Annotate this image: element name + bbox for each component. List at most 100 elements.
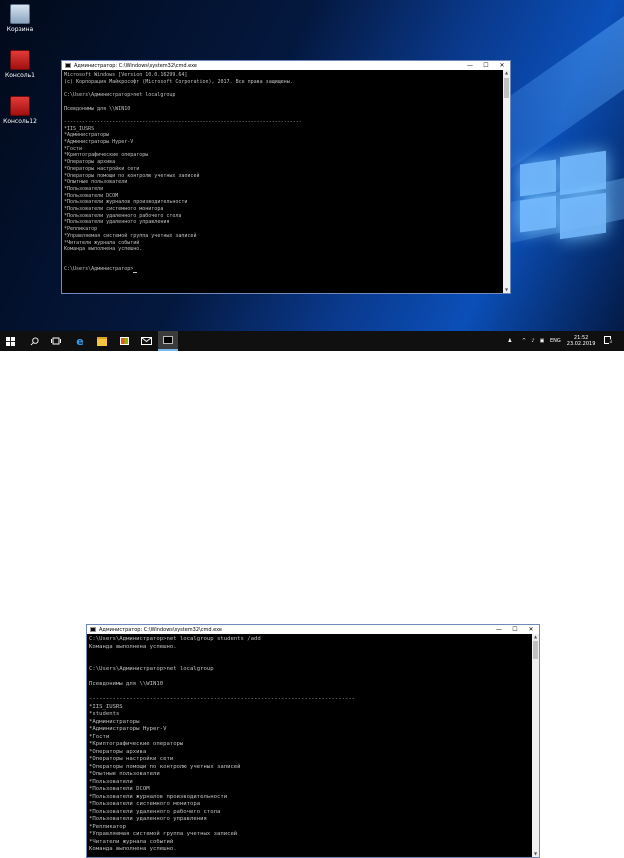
text-cursor — [133, 272, 138, 274]
desktop-icon-label: Консоль12 — [3, 118, 37, 125]
console-line: *Операторы помощи по контролю учетных за… — [64, 172, 200, 179]
cmd-window[interactable]: Администратор: C:\Windows\system32\cmd.e… — [86, 624, 540, 858]
taskbar-app-edge[interactable]: e — [70, 331, 90, 351]
console-line: *Пользователи журналов производительност… — [64, 199, 188, 206]
console-output[interactable]: C:\Users\Администратор>net localgroup st… — [89, 636, 531, 857]
cmd-window[interactable]: Администратор: C:\Windows\system32\cmd.e… — [61, 60, 511, 294]
console-line: *Пользователи удаленного управления — [89, 816, 207, 822]
volume-icon[interactable]: ♪ — [529, 338, 537, 344]
task-view-icon — [51, 337, 61, 345]
start-button[interactable] — [0, 331, 20, 351]
console-line: *Операторы архива — [64, 159, 116, 166]
toolbox-icon — [10, 96, 30, 116]
cmd-icon — [90, 627, 96, 632]
mail-icon — [140, 337, 152, 345]
maximize-button[interactable]: ☐ — [507, 626, 523, 633]
network-icon[interactable]: ▣ — [537, 338, 547, 344]
cmd-icon — [163, 336, 173, 344]
scroll-up-icon[interactable]: ▲ — [532, 634, 539, 640]
scrollbar[interactable]: ▲ ▼ — [503, 70, 510, 293]
console-line: *Администраторы — [89, 718, 140, 725]
window-title: Администратор: C:\Windows\system32\cmd.e… — [74, 62, 197, 69]
console-line: *IIS_IUSRS — [89, 703, 123, 710]
window-title: Администратор: C:\Windows\system32\cmd.e… — [99, 626, 222, 633]
desktop-icon-console12[interactable]: Консоль12 — [0, 96, 40, 125]
clock[interactable]: 21:52 23.02.2019 — [567, 335, 596, 347]
scrollbar-thumb[interactable] — [533, 641, 538, 659]
console-line: ----------------------------------------… — [89, 696, 356, 702]
console-line: C:\Users\Администратор>net localgroup — [89, 666, 214, 672]
search-button[interactable] — [24, 331, 44, 351]
console-line: *Операторы настройки сети — [64, 165, 140, 172]
console-output[interactable]: Microsoft Windows [Version 10.0.16299.64… — [64, 72, 502, 293]
console-line: *Криптографические операторы — [64, 152, 149, 159]
console-line: Псевдонимы для \\WIN10 — [89, 681, 164, 687]
chevron-up-icon[interactable]: ^ — [519, 338, 529, 344]
console-line: *Пользователи удаленного рабочего стола — [64, 212, 182, 219]
desktop-screenshot: Корзина Консоль1 Консоль12 Администратор… — [0, 0, 624, 351]
notification-count: 3 — [609, 339, 612, 344]
recycle-bin-icon — [10, 4, 30, 24]
console-line: *Администраторы Hyper-V — [64, 139, 134, 146]
taskbar-app-cmd[interactable] — [158, 331, 178, 351]
search-icon — [30, 336, 39, 345]
console-line: *IIS_IUSRS — [64, 125, 95, 132]
task-view-button[interactable] — [46, 331, 66, 351]
maximize-button[interactable]: ☐ — [478, 62, 494, 69]
console-line: *Гости — [89, 733, 110, 740]
clock-date: 23.02.2019 — [566, 341, 596, 347]
console-line: Псевдонимы для \\WIN10 — [64, 105, 131, 112]
console-line: *Пользователи DCOM — [89, 786, 150, 792]
cmd-icon — [65, 63, 71, 68]
console-line: *Операторы помощи по контролю учетных за… — [89, 763, 241, 770]
console-line: *Опытные пользователи — [64, 179, 128, 186]
minimize-button[interactable]: — — [491, 626, 507, 633]
store-icon — [119, 337, 129, 345]
taskbar-app-explorer[interactable] — [92, 331, 112, 351]
console-line: *Администраторы Hyper-V — [89, 726, 167, 732]
windows-start-icon — [5, 336, 15, 346]
desktop-icon-recycle-bin[interactable]: Корзина — [0, 4, 40, 33]
scroll-down-icon[interactable]: ▼ — [532, 851, 539, 857]
console-line: *Пользователи удаленного рабочего стола — [89, 808, 221, 815]
scrollbar[interactable]: ▲ ▼ — [532, 634, 539, 857]
console-line: *Администраторы — [64, 132, 110, 139]
window-titlebar[interactable]: Администратор: C:\Windows\system32\cmd.e… — [62, 61, 510, 70]
console-line: *Управляемая системой группа учетных зап… — [89, 831, 238, 837]
console-line: *students — [89, 711, 120, 717]
console-line: *Читатели журнала событий — [64, 239, 140, 246]
console-line: *Пользователи — [64, 185, 104, 192]
minimize-button[interactable]: — — [462, 62, 478, 69]
console-line: *Репликатор — [89, 823, 127, 830]
desktop-icon-label: Корзина — [6, 26, 34, 33]
console-line: C:\Users\Администратор>net localgroup — [64, 92, 176, 99]
close-button[interactable]: ✕ — [494, 62, 510, 69]
scroll-up-icon[interactable]: ▲ — [503, 70, 510, 76]
console-line: (с) Корпорация Майкрософт (Microsoft Cor… — [64, 78, 293, 85]
action-center-button[interactable]: 3 — [604, 336, 612, 346]
taskbar-app-store[interactable] — [114, 331, 134, 351]
console-line: ----------------------------------------… — [64, 118, 302, 125]
scrollbar-thumb[interactable] — [504, 78, 509, 98]
console-line: C:\Users\Администратор> — [64, 266, 502, 274]
system-tray: ♟ ^ ♪ ▣ ENG 21:52 23.02.2019 3 — [505, 331, 624, 351]
people-icon[interactable]: ♟ — [505, 338, 515, 344]
language-indicator[interactable]: ENG — [550, 338, 561, 344]
console-line: *Опытные пользователи — [89, 771, 160, 777]
console-line: *Гости — [64, 145, 83, 152]
console-line: *Пользователи удаленного управления — [64, 219, 170, 226]
desktop-icon-console1[interactable]: Консоль1 — [0, 50, 40, 79]
console-line: Microsoft Windows [Version 10.0.16299.64… — [64, 72, 188, 78]
file-explorer-icon — [97, 336, 107, 346]
console-line: *Пользователи журналов производительност… — [89, 793, 228, 800]
taskbar-app-mail[interactable] — [136, 331, 156, 351]
close-button[interactable]: ✕ — [523, 626, 539, 633]
scroll-down-icon[interactable]: ▼ — [503, 287, 510, 293]
console-line: *Операторы архива — [89, 748, 147, 755]
window-titlebar[interactable]: Администратор: C:\Windows\system32\cmd.e… — [87, 625, 539, 634]
